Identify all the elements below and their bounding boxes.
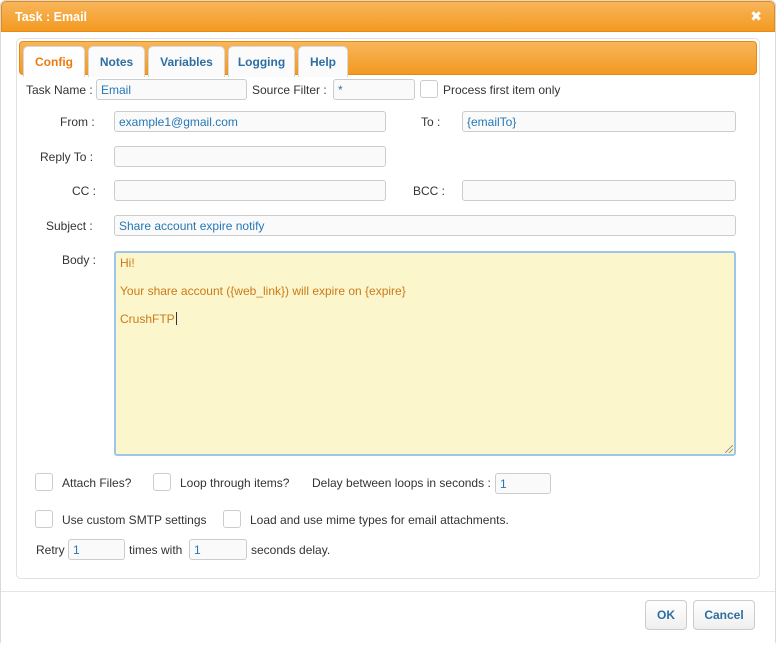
close-icon[interactable]: ✖: [750, 8, 762, 25]
attach-files-checkbox[interactable]: [35, 473, 53, 491]
tab-config[interactable]: Config: [23, 46, 85, 77]
from-input[interactable]: [114, 111, 386, 132]
subject-label: Subject :: [46, 219, 93, 233]
tab-bar: Config Notes Variables Logging Help: [19, 41, 757, 77]
times-with-label: times with: [129, 543, 183, 557]
dialog-footer: OK Cancel: [1, 591, 775, 646]
task-name-input[interactable]: [96, 79, 247, 100]
bcc-input[interactable]: [462, 180, 736, 201]
loop-items-label: Loop through items?: [180, 476, 290, 490]
retry-input[interactable]: [68, 539, 125, 560]
process-first-label: Process first item only: [443, 83, 561, 97]
body-textarea[interactable]: Hi! Your share account ({web_link}) will…: [114, 251, 736, 456]
text-caret: [175, 312, 177, 325]
body-label: Body :: [62, 253, 97, 267]
custom-smtp-label: Use custom SMTP settings: [62, 513, 207, 527]
tab-logging[interactable]: Logging: [228, 46, 295, 77]
cc-label: CC :: [72, 184, 96, 198]
body-line: Hi!: [120, 256, 135, 270]
process-first-checkbox[interactable]: [420, 80, 438, 98]
dialog-titlebar[interactable]: Task : Email ✖: [1, 1, 775, 32]
attach-files-label: Attach Files?: [62, 476, 132, 490]
seconds-delay-label: seconds delay.: [251, 543, 331, 557]
delay-label: Delay between loops in seconds :: [312, 476, 491, 490]
mime-types-label: Load and use mime types for email attach…: [250, 513, 509, 527]
ok-button[interactable]: OK: [645, 600, 687, 630]
tab-notes[interactable]: Notes: [88, 46, 145, 77]
mime-types-checkbox[interactable]: [223, 510, 241, 528]
cancel-button[interactable]: Cancel: [693, 600, 755, 630]
dialog-title: Task : Email: [15, 10, 88, 24]
tab-help[interactable]: Help: [298, 46, 348, 77]
custom-smtp-checkbox[interactable]: [35, 510, 53, 528]
tab-variables[interactable]: Variables: [148, 46, 225, 77]
reply-to-label: Reply To :: [40, 150, 94, 164]
retry-label: Retry: [36, 543, 65, 557]
loop-items-checkbox[interactable]: [153, 473, 171, 491]
subject-input[interactable]: [114, 215, 736, 236]
to-label: To :: [421, 115, 441, 129]
to-input[interactable]: [462, 111, 736, 132]
bcc-label: BCC :: [413, 184, 446, 198]
task-email-dialog: Task : Email ✖ Config Notes Variables Lo…: [0, 0, 776, 646]
body-line: CrushFTP: [120, 312, 177, 326]
source-filter-input[interactable]: [333, 79, 415, 100]
cc-input[interactable]: [114, 180, 386, 201]
task-name-label: Task Name :: [26, 83, 93, 97]
seconds-input[interactable]: [189, 539, 247, 560]
body-line: Your share account ({web_link}) will exp…: [120, 284, 406, 298]
resize-handle-icon[interactable]: [725, 445, 733, 453]
delay-input[interactable]: [495, 473, 551, 494]
source-filter-label: Source Filter :: [252, 83, 327, 97]
reply-to-input[interactable]: [114, 146, 386, 167]
from-label: From :: [60, 115, 95, 129]
